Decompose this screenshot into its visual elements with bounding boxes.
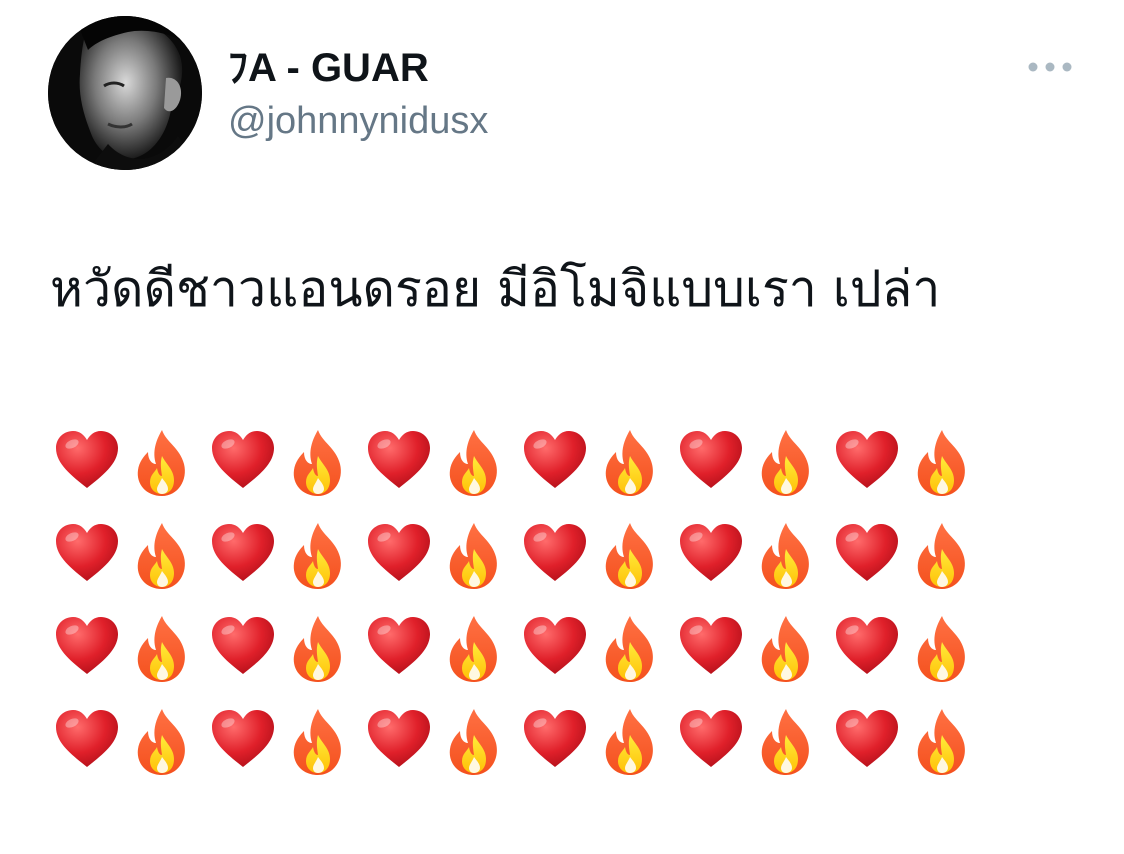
more-options-icon [1028, 62, 1072, 72]
fire-icon [754, 521, 832, 591]
red-heart-icon [676, 707, 754, 777]
red-heart-icon [208, 428, 286, 498]
red-heart-icon [676, 521, 754, 591]
fire-icon [442, 521, 520, 591]
display-name[interactable]: ﾌA - GUAR [228, 44, 429, 92]
red-heart-icon [520, 428, 598, 498]
emoji-row [52, 707, 992, 800]
fire-icon [910, 707, 988, 777]
emoji-row [52, 428, 992, 521]
avatar[interactable] [48, 16, 202, 170]
fire-icon [442, 707, 520, 777]
red-heart-icon [52, 521, 130, 591]
fire-icon [286, 707, 364, 777]
fire-icon [130, 428, 208, 498]
fire-icon [286, 521, 364, 591]
fire-icon [598, 428, 676, 498]
red-heart-icon [676, 614, 754, 684]
red-heart-icon [832, 707, 910, 777]
fire-icon [286, 614, 364, 684]
red-heart-icon [520, 521, 598, 591]
emoji-grid [52, 428, 992, 800]
fire-icon [598, 707, 676, 777]
red-heart-icon [520, 614, 598, 684]
fire-icon [130, 521, 208, 591]
red-heart-icon [52, 428, 130, 498]
fire-icon [598, 521, 676, 591]
red-heart-icon [364, 521, 442, 591]
fire-icon [754, 614, 832, 684]
red-heart-icon [208, 521, 286, 591]
red-heart-icon [832, 428, 910, 498]
fire-icon [910, 521, 988, 591]
emoji-row [52, 521, 992, 614]
fire-icon [910, 614, 988, 684]
fire-icon [286, 428, 364, 498]
fire-icon [598, 614, 676, 684]
red-heart-icon [208, 707, 286, 777]
fire-icon [754, 428, 832, 498]
fire-icon [754, 707, 832, 777]
red-heart-icon [832, 521, 910, 591]
more-options-button[interactable] [1024, 52, 1076, 82]
red-heart-icon [832, 614, 910, 684]
tweet-text: หวัดดีชาวแอนดรอย มีอิโมจิแบบเรา เปล่า [50, 260, 941, 318]
red-heart-icon [208, 614, 286, 684]
red-heart-icon [364, 614, 442, 684]
fire-icon [910, 428, 988, 498]
tweet-card: ﾌA - GUAR @johnnynidusx หวัดดีชาวแอนดรอย… [0, 0, 1124, 854]
red-heart-icon [364, 707, 442, 777]
red-heart-icon [520, 707, 598, 777]
fire-icon [130, 614, 208, 684]
fire-icon [442, 614, 520, 684]
red-heart-icon [364, 428, 442, 498]
red-heart-icon [676, 428, 754, 498]
emoji-row [52, 614, 992, 707]
user-handle[interactable]: @johnnynidusx [228, 98, 488, 144]
fire-icon [442, 428, 520, 498]
red-heart-icon [52, 707, 130, 777]
profile-photo-icon [48, 16, 202, 170]
fire-icon [130, 707, 208, 777]
red-heart-icon [52, 614, 130, 684]
